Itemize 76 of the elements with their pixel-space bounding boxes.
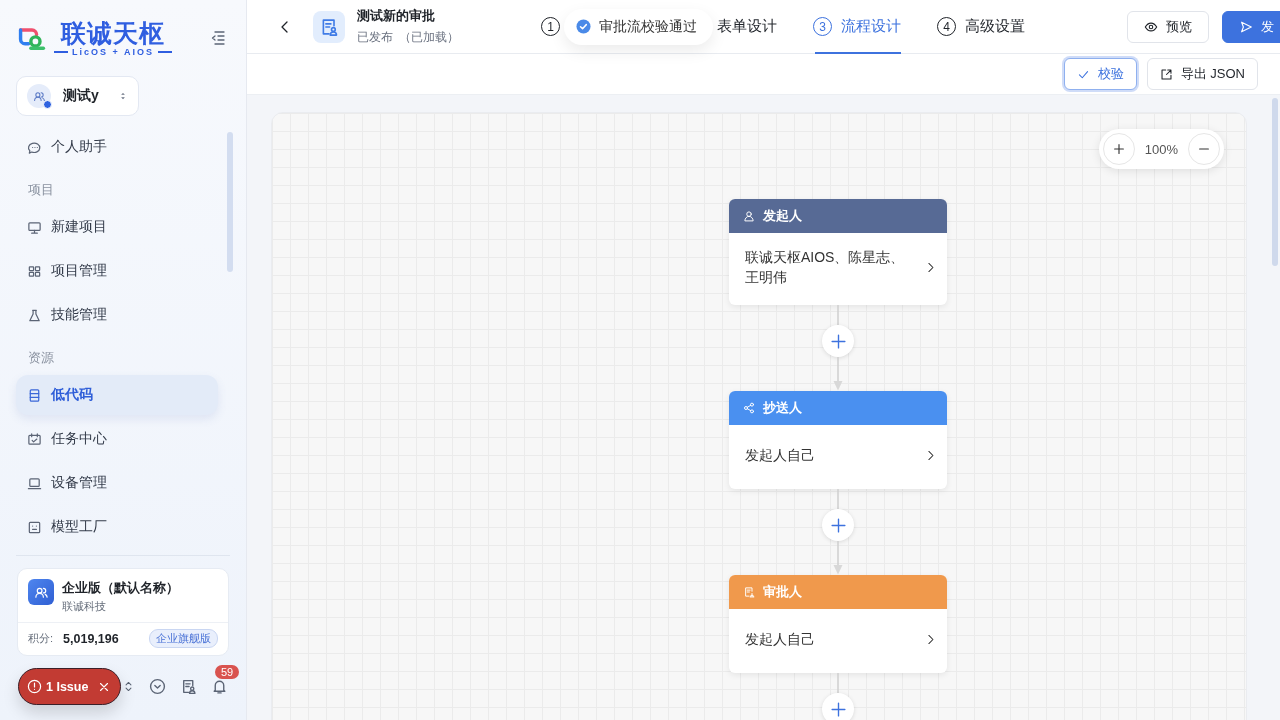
zoom-in-button[interactable] (1102, 133, 1135, 165)
eye-icon (1144, 19, 1158, 34)
document-list-icon (27, 387, 42, 403)
add-node-button[interactable] (822, 509, 854, 541)
nav-item[interactable]: 个人助手 (16, 127, 218, 167)
flow-node[interactable]: 发起人 联诚天枢AIOS、陈星志、王明伟 (729, 199, 947, 305)
chat-bubble-icon (27, 139, 42, 155)
share-icon (743, 402, 755, 414)
node-content: 联诚天枢AIOS、陈星志、王明伟 (745, 248, 906, 287)
laptop-icon (27, 475, 42, 491)
nav-section-label: 项目 (27, 181, 55, 199)
step-tab[interactable]: 表单设计 (717, 0, 777, 54)
connector-arrow (832, 541, 844, 575)
workspace-selector[interactable]: 测试y (16, 76, 139, 116)
add-node-button[interactable] (822, 693, 854, 720)
node-header: 审批人 (729, 575, 947, 609)
chevron-circle-icon[interactable] (149, 677, 166, 695)
organization-name: 企业版（默认名称） (62, 579, 179, 597)
nav-item[interactable]: 低代码 (16, 375, 218, 415)
grid-icon (27, 263, 42, 279)
nav-item[interactable]: 技能管理 (16, 295, 218, 335)
face-box-icon (27, 519, 42, 535)
nav-item[interactable]: 新建项目 (16, 207, 218, 247)
status-text: 已发布 (357, 29, 393, 46)
loaded-status-text: （已加载） (399, 29, 459, 46)
points-label: 积分: (28, 631, 54, 646)
step-tab[interactable]: 1 (541, 0, 560, 54)
plus-icon (829, 332, 847, 350)
page-title: 测试新的审批 (357, 7, 436, 25)
preview-button[interactable]: 预览 (1127, 10, 1209, 43)
export-icon (1159, 67, 1173, 81)
plus-icon (829, 700, 847, 718)
step-tab[interactable]: 4 高级设置 (937, 0, 1025, 54)
nav-section-label: 资源 (27, 349, 55, 367)
nav-item[interactable]: 设备管理 (16, 463, 218, 503)
document-stamp-icon (743, 586, 755, 598)
user-icon (743, 210, 755, 222)
users-icon (32, 89, 46, 103)
plan-tag: 企业旗舰版 (149, 629, 218, 648)
nav-item[interactable]: 任务中心 (16, 419, 218, 459)
check-circle-icon (576, 19, 591, 34)
monitor-icon (27, 219, 42, 235)
nav-item[interactable]: 模型工厂 (16, 507, 218, 547)
node-header: 发起人 (729, 199, 947, 233)
step-tab[interactable]: 3 流程设计 (813, 0, 901, 54)
alert-circle-icon (27, 679, 42, 694)
success-toast: 审批流校验通过 (564, 8, 713, 45)
node-content: 发起人自己 (745, 630, 816, 649)
brand-subtitle: LicOS + AIOS (72, 47, 154, 57)
notification-count: 59 (215, 665, 240, 679)
sort-caret-icon (118, 90, 128, 102)
status-dot (43, 100, 52, 109)
node-header: 抄送人 (729, 391, 947, 425)
export-json-button[interactable]: 导出 JSON (1146, 58, 1258, 90)
flow-node[interactable]: 审批人 发起人自己 (729, 575, 947, 673)
validate-button[interactable]: 校验 (1063, 58, 1137, 90)
publish-button[interactable]: 发 (1222, 10, 1280, 43)
node-content: 发起人自己 (745, 446, 816, 465)
nav-item[interactable]: 项目管理 (16, 251, 218, 291)
brand-title: 联诚天枢 (60, 19, 165, 47)
scrollbar[interactable] (1272, 98, 1278, 266)
issue-badge[interactable]: 1 Issue (18, 668, 121, 705)
flask-icon (27, 307, 42, 323)
zoom-level: 100% (1144, 141, 1178, 157)
points-value: 5,019,196 (63, 631, 120, 646)
company-name: 联诚科技 (62, 599, 107, 614)
document-user-icon[interactable] (180, 677, 197, 695)
send-icon (1239, 19, 1253, 34)
plus-icon (829, 516, 847, 534)
flow-node[interactable]: 抄送人 发起人自己 (729, 391, 947, 489)
calendar-icon (27, 431, 42, 447)
bell-icon[interactable] (211, 677, 228, 695)
connector-arrow (832, 357, 844, 391)
plus-icon (1111, 142, 1126, 156)
add-node-button[interactable] (822, 325, 854, 357)
scrollbar[interactable] (227, 132, 233, 272)
